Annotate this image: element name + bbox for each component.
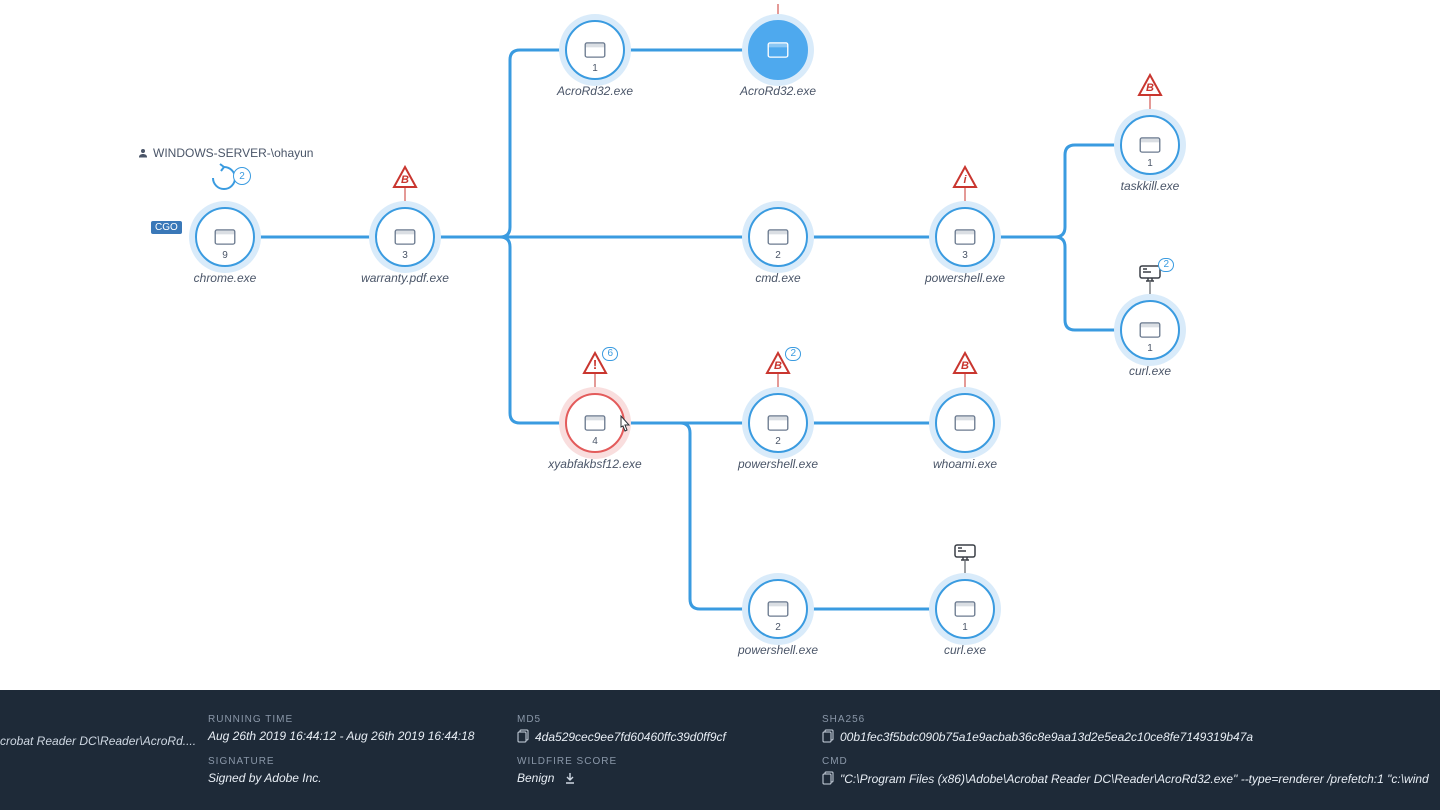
wildfire-label: WILDFIRE SCORE <box>517 756 617 767</box>
node-taskkill-exe[interactable]: B 1 taskkill.exe <box>1090 117 1210 193</box>
svg-text:!: ! <box>593 357 597 372</box>
node-acrord32-selected[interactable]: AcroRd32.exe <box>718 22 838 98</box>
svg-text:i: i <box>963 174 967 186</box>
network-icon: 2 <box>1138 264 1162 282</box>
node-count: 3 <box>937 250 993 261</box>
node-label: powershell.exe <box>718 643 838 657</box>
node-count: 2 <box>750 250 806 261</box>
running-time-label: RUNNING TIME <box>208 714 474 725</box>
loop-count-badge: 2 <box>233 167 251 185</box>
wildfire-value[interactable]: Benign <box>517 771 617 787</box>
node-count: 1 <box>937 622 993 633</box>
details-panel: crobat Reader DC\Reader\AcroRd.... RUNNI… <box>0 690 1440 810</box>
node-xyabfakbsf12-exe[interactable]: ! 6 4 xyabfakbsf12.exe <box>535 395 655 471</box>
copy-icon[interactable] <box>822 771 834 788</box>
network-icon <box>953 543 977 561</box>
node-count: 2 <box>750 622 806 633</box>
alert-badge-b: B <box>1137 73 1163 97</box>
node-cmd-exe[interactable]: 2 cmd.exe <box>718 209 838 285</box>
node-curl-2[interactable]: 1 curl.exe <box>905 581 1025 657</box>
cgo-tag: CGO <box>151 221 182 234</box>
download-icon[interactable] <box>564 772 576 787</box>
user-label: WINDOWS-SERVER-\ohayun <box>137 146 313 160</box>
cmd-label: CMD <box>822 756 1440 767</box>
alert-badge-critical: ! 6 <box>582 351 608 375</box>
node-chrome-exe[interactable]: 9 2 CGO chrome.exe <box>165 209 285 285</box>
node-label: chrome.exe <box>165 271 285 285</box>
node-count: 4 <box>567 436 623 447</box>
sha256-value[interactable]: 00b1fec3f5bdc090b75a1e9acbab36c8e9aa13d2… <box>822 729 1253 746</box>
node-label: warranty.pdf.exe <box>345 271 465 285</box>
node-count: 1 <box>1122 158 1178 169</box>
node-powershell-2[interactable]: B 2 2 powershell.exe <box>718 395 838 471</box>
copy-icon[interactable] <box>517 729 529 746</box>
node-label: curl.exe <box>1090 364 1210 378</box>
alert-badge-b: B <box>952 351 978 375</box>
node-whoami-exe[interactable]: B whoami.exe <box>905 395 1025 471</box>
node-count: 9 <box>197 250 253 261</box>
sha256-label: SHA256 <box>822 714 1253 725</box>
md5-label: MD5 <box>517 714 726 725</box>
svg-text:B: B <box>401 174 409 186</box>
md5-value[interactable]: 4da529cec9ee7fd60460ffc39d0ff9cf <box>517 729 726 746</box>
svg-text:B: B <box>774 360 782 372</box>
node-warranty-pdf-exe[interactable]: B 3 warranty.pdf.exe <box>345 209 465 285</box>
running-time-value: Aug 26th 2019 16:44:12 - Aug 26th 2019 1… <box>208 729 474 743</box>
node-curl-1[interactable]: 2 1 curl.exe <box>1090 302 1210 378</box>
svg-text:B: B <box>961 360 969 372</box>
node-label: curl.exe <box>905 643 1025 657</box>
node-label: cmd.exe <box>718 271 838 285</box>
node-count: 1 <box>567 63 623 74</box>
node-label: taskkill.exe <box>1090 179 1210 193</box>
node-label: whoami.exe <box>905 457 1025 471</box>
node-powershell-3[interactable]: 2 powershell.exe <box>718 581 838 657</box>
node-count: 3 <box>377 250 433 261</box>
node-acrord32-parent[interactable]: 1 AcroRd32.exe <box>535 22 655 98</box>
svg-text:B: B <box>1146 82 1154 94</box>
node-label: AcroRd32.exe <box>718 84 838 98</box>
path-truncated: crobat Reader DC\Reader\AcroRd.... <box>0 734 195 748</box>
process-tree-canvas[interactable]: WINDOWS-SERVER-\ohayun 9 2 CGO chrome.ex… <box>0 0 1440 690</box>
node-label: AcroRd32.exe <box>535 84 655 98</box>
alert-badge-b: B 2 <box>765 351 791 375</box>
node-label: powershell.exe <box>718 457 838 471</box>
signature-label: SIGNATURE <box>208 756 322 767</box>
signature-value: Signed by Adobe Inc. <box>208 771 322 785</box>
alert-badge-b: B <box>392 165 418 189</box>
cmd-value[interactable]: "C:\Program Files (x86)\Adobe\Acrobat Re… <box>822 771 1440 788</box>
node-powershell-1[interactable]: i 3 powershell.exe <box>905 209 1025 285</box>
node-label: xyabfakbsf12.exe <box>535 457 655 471</box>
alert-badge-i: i <box>952 165 978 189</box>
copy-icon[interactable] <box>822 729 834 746</box>
node-label: powershell.exe <box>905 271 1025 285</box>
node-count: 1 <box>1122 343 1178 354</box>
node-count: 2 <box>750 436 806 447</box>
